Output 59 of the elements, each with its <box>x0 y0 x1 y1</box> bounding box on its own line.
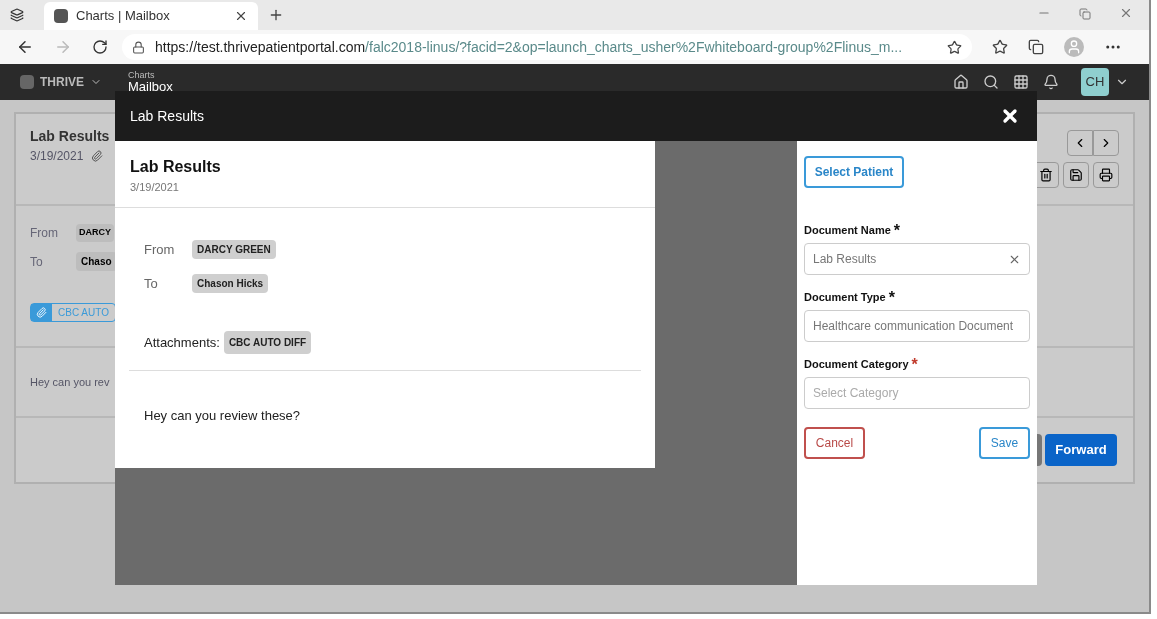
close-icon[interactable] <box>1000 106 1020 126</box>
page-title: Mailbox <box>128 80 173 93</box>
tab-title: Charts | Mailbox <box>76 7 171 26</box>
previous-button[interactable] <box>1067 130 1093 156</box>
message-body: Hey can you rev <box>30 374 110 390</box>
preview-date: 3/19/2021 <box>130 180 180 195</box>
apps-icon[interactable] <box>1013 74 1029 90</box>
cancel-button[interactable]: Cancel <box>804 427 865 460</box>
input-field[interactable]: Lab Results <box>804 243 1030 276</box>
modal-title: Lab Results <box>130 106 204 126</box>
paperclip-icon <box>91 150 104 162</box>
recipient-tag: Chaso <box>76 252 117 271</box>
new-tab-icon[interactable] <box>268 7 284 23</box>
back-icon[interactable] <box>16 38 34 56</box>
restore-icon[interactable] <box>1079 8 1091 20</box>
browser-tab[interactable]: Charts | Mailbox <box>44 2 258 30</box>
sender-tag: DARCY GREEN <box>192 240 276 260</box>
sender-tag: DARCY <box>76 224 114 242</box>
favorite-icon[interactable] <box>947 39 962 55</box>
search-icon[interactable] <box>983 74 999 90</box>
from-label: From <box>30 225 58 242</box>
input-field[interactable]: Healthcare communication Document <box>804 310 1030 343</box>
brand-menu[interactable]: THRIVE <box>20 73 128 91</box>
save-button[interactable] <box>1063 162 1089 188</box>
attachments-label: Attachments: <box>144 333 220 352</box>
close-window-icon[interactable] <box>1119 6 1133 20</box>
next-button[interactable] <box>1093 130 1119 156</box>
lock-icon <box>132 40 145 54</box>
site-logo-icon <box>54 9 68 23</box>
reload-icon[interactable] <box>92 39 108 55</box>
brand-logo-icon <box>20 75 34 89</box>
field-label: Document Name * <box>804 222 902 240</box>
to-label: To <box>144 274 159 293</box>
to-label: To <box>30 253 44 271</box>
recipient-tag: Chason Hicks <box>192 273 269 293</box>
favorites-icon[interactable] <box>992 39 1008 55</box>
printer-icon <box>1099 168 1113 182</box>
attachment-tag: CBC AUTO DIFF <box>223 331 312 354</box>
field-label: Document Category * <box>804 356 919 374</box>
address-field[interactable]: https://test.thrivepatientportal.com/falc2018-linus/?facid=2&op=launch_charts_usher%2Fwhiteboard-group%2Flinus_m... <box>122 34 972 60</box>
print-button[interactable] <box>1093 162 1119 188</box>
from-label: From <box>144 241 176 259</box>
section-label: Charts <box>128 71 156 80</box>
message-body: Hey can you review these? <box>144 408 301 423</box>
trash-icon <box>1039 168 1053 182</box>
message-title: Lab Results <box>30 127 110 146</box>
close-tab-icon[interactable] <box>234 9 248 23</box>
tab-actions-icon[interactable] <box>10 8 24 22</box>
message-date: 3/19/2021 <box>30 148 84 165</box>
avatar[interactable]: CH <box>1081 68 1109 96</box>
select-patient-button[interactable]: Select Patient <box>804 156 904 188</box>
paperclip-icon <box>36 307 47 318</box>
preview-title: Lab Results <box>130 157 222 177</box>
save-button[interactable]: Save <box>979 427 1030 460</box>
notifications-icon[interactable] <box>1043 74 1059 90</box>
field-label: Document Type * <box>804 289 896 307</box>
forward-button[interactable]: Forward <box>1045 434 1117 466</box>
home-icon[interactable] <box>953 74 969 90</box>
collections-icon[interactable] <box>1028 39 1044 55</box>
